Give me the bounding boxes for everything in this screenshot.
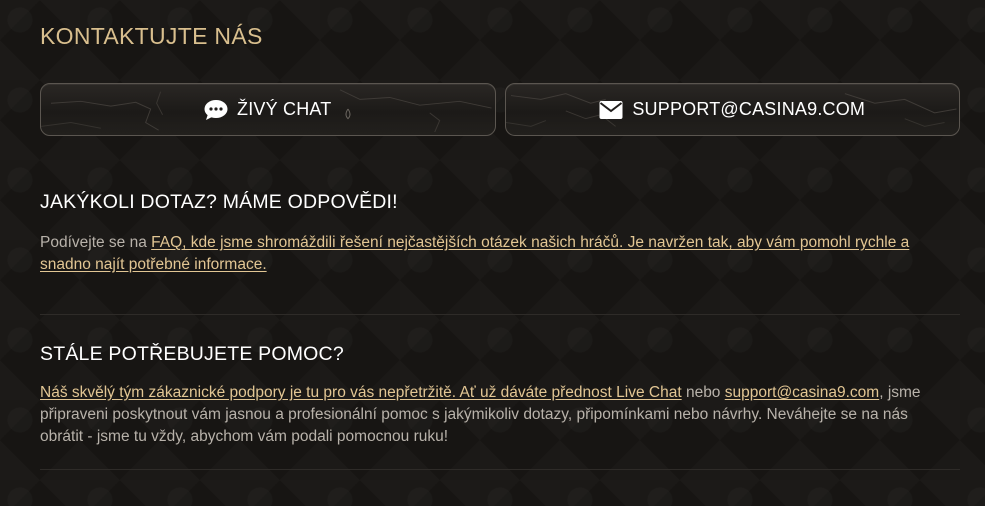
faq-link[interactable]: FAQ, kde jsme shromáždili řešení nejčast… bbox=[40, 234, 909, 273]
help-paragraph: Náš skvělý tým zákaznické podpory je tu … bbox=[40, 382, 945, 448]
live-chat-label: ŽIVÝ CHAT bbox=[237, 99, 332, 119]
support-email-link[interactable]: support@casina9.com bbox=[725, 384, 879, 401]
contact-page: { "page": { "title": "KONTAKTUJTE NÁS" }… bbox=[0, 0, 985, 506]
email-support-label: SUPPORT@CASINA9.COM bbox=[632, 99, 866, 119]
contact-buttons: ŽIVÝ CHAT SUPPORT@CASINA9.COM bbox=[40, 83, 960, 136]
chat-bubble-icon bbox=[204, 99, 228, 121]
section-divider bbox=[40, 314, 960, 315]
faq-heading: JAKÝKOLI DOTAZ? MÁME ODPOVĚDI! bbox=[40, 191, 398, 213]
faq-text-intro: Podívejte se na bbox=[40, 234, 152, 251]
page-title: KONTAKTUJTE NÁS bbox=[40, 23, 263, 49]
email-support-button[interactable]: SUPPORT@CASINA9.COM bbox=[504, 83, 960, 136]
live-chat-button[interactable]: ŽIVÝ CHAT bbox=[40, 83, 496, 136]
help-text-middle: nebo bbox=[681, 384, 725, 401]
faq-paragraph: Podívejte se na FAQ, kde jsme shromáždil… bbox=[40, 232, 945, 276]
envelope-icon bbox=[599, 99, 623, 121]
section-divider bbox=[40, 469, 960, 470]
help-heading: STÁLE POTŘEBUJETE POMOC? bbox=[40, 343, 344, 365]
live-chat-link[interactable]: Náš skvělý tým zákaznické podpory je tu … bbox=[40, 384, 682, 401]
